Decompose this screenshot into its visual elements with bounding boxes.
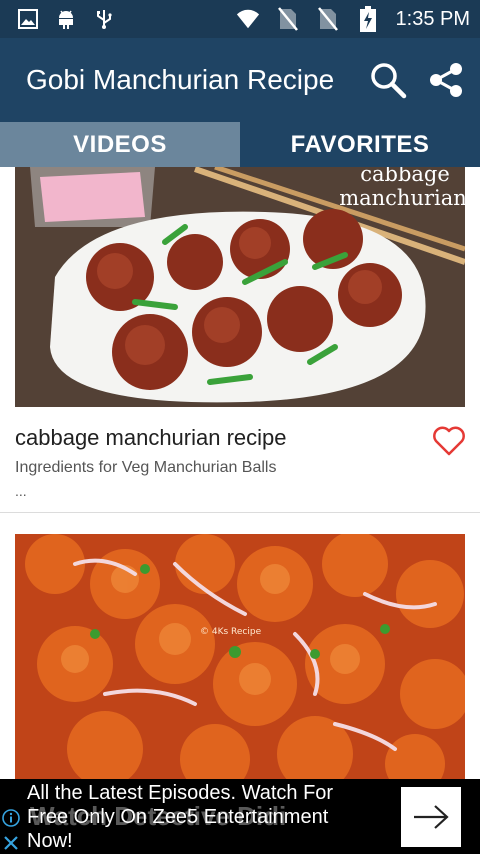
tab-favorites[interactable]: FAVORITES xyxy=(240,122,480,167)
arrow-right-icon xyxy=(414,805,449,829)
image-caption: cabbage xyxy=(360,167,450,186)
image-caption: manchurian xyxy=(339,186,465,210)
status-bar: 1:35 PM xyxy=(0,0,480,38)
no-sim-icon xyxy=(276,7,300,31)
description-ellipsis: ... xyxy=(15,483,27,499)
screen: 1:35 PM Gobi Manchurian Recipe VIDEOS FA… xyxy=(0,0,480,854)
ad-text[interactable]: All the Latest Episodes. Watch For Free … xyxy=(27,781,377,853)
battery-charging-icon xyxy=(356,6,380,32)
video-title[interactable]: cabbage manchurian recipe xyxy=(15,425,287,451)
status-time: 1:35 PM xyxy=(395,7,470,30)
app-actions xyxy=(366,58,480,102)
video-list[interactable]: cabbage manchurian cabbage manchurian re… xyxy=(0,167,480,779)
app-bar: Gobi Manchurian Recipe xyxy=(0,38,480,122)
status-left-icons xyxy=(0,7,116,31)
close-icon[interactable] xyxy=(2,834,20,852)
video-thumbnail[interactable]: © 4Ks Recipe xyxy=(15,534,465,779)
image-icon xyxy=(16,7,40,31)
usb-icon xyxy=(92,7,116,31)
info-icon[interactable] xyxy=(2,809,20,827)
share-icon xyxy=(430,63,462,97)
favorite-button[interactable] xyxy=(430,423,468,459)
share-button[interactable] xyxy=(424,58,468,102)
ad-open-button[interactable] xyxy=(401,787,461,847)
no-sim-icon xyxy=(316,7,340,31)
status-right-icons: 1:35 PM xyxy=(236,6,480,32)
search-button[interactable] xyxy=(366,58,410,102)
ad-banner[interactable]: Watch Detective Didi All the Latest Epis… xyxy=(0,779,480,854)
tab-bar: VIDEOS FAVORITES xyxy=(0,122,480,167)
app-title: Gobi Manchurian Recipe xyxy=(26,64,335,95)
wifi-icon xyxy=(236,7,260,31)
video-description: Ingredients for Veg Manchurian Balls xyxy=(15,459,277,476)
video-thumbnail[interactable]: cabbage manchurian xyxy=(15,167,465,407)
search-icon xyxy=(371,63,407,99)
android-icon xyxy=(54,7,78,31)
divider xyxy=(0,512,480,513)
tab-videos[interactable]: VIDEOS xyxy=(0,122,240,167)
heart-outline-icon xyxy=(433,426,465,456)
image-watermark: © 4Ks Recipe xyxy=(200,627,262,637)
